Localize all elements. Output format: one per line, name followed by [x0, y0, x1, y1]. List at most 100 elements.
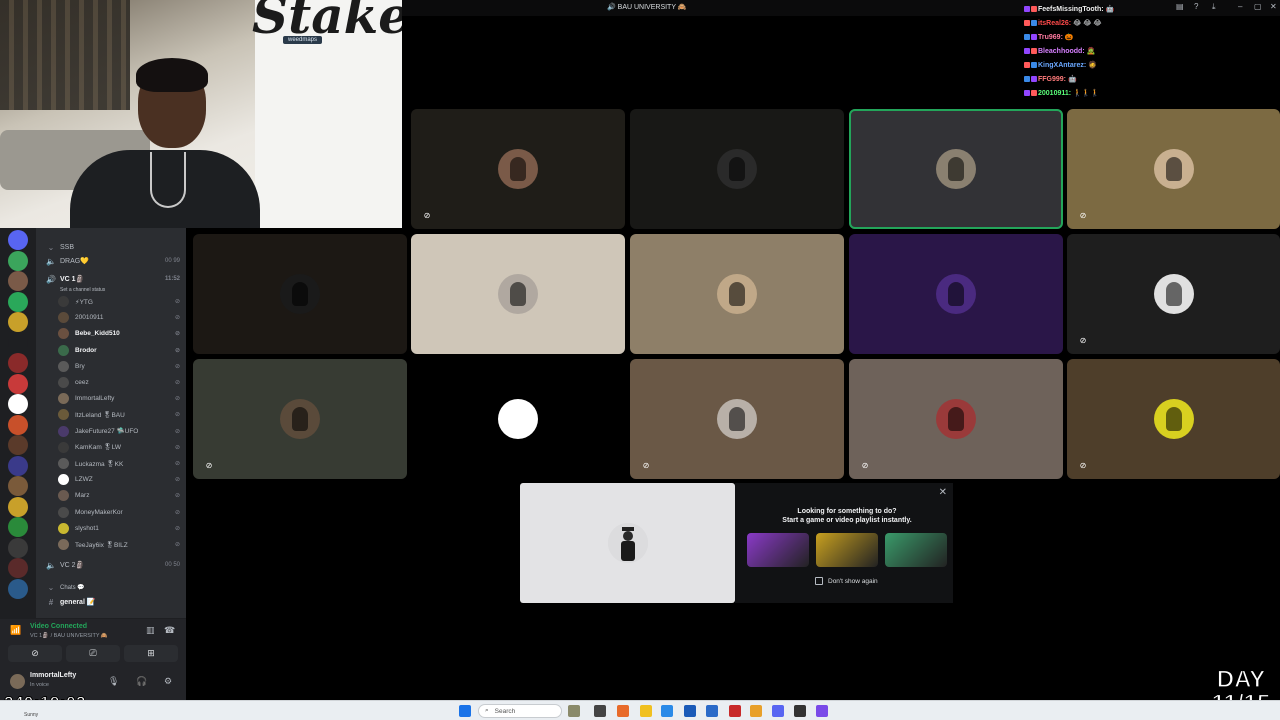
chat-badge-icon	[1024, 76, 1030, 82]
voice-channel-name[interactable]: VC 1🗿 / BAU UNIVERSITY 🙈	[30, 633, 108, 639]
category-chats[interactable]: ⌄ Chats 💬	[36, 580, 186, 594]
server-icon[interactable]	[8, 476, 28, 496]
server-icon[interactable]	[8, 312, 28, 332]
chevron-down-icon: ⌄	[47, 582, 55, 592]
server-icon[interactable]	[8, 373, 28, 394]
member-item[interactable]: JakeFuture27 🛸UFO ⊘	[58, 424, 186, 439]
sponsor-logo: Stake	[252, 0, 402, 45]
member-item[interactable]: ⚡YTG ⊘	[58, 294, 186, 309]
server-icon[interactable]	[8, 230, 28, 250]
member-item[interactable]: LZWZ ⊘	[58, 472, 186, 487]
taskbar-app-icon[interactable]	[568, 705, 580, 717]
participant-video-tile[interactable]	[849, 109, 1063, 229]
server-icon[interactable]	[8, 455, 28, 476]
server-icon[interactable]	[8, 291, 28, 312]
maximize-icon[interactable]: ▢	[1254, 2, 1262, 11]
avatar[interactable]	[10, 674, 25, 689]
member-item[interactable]: Brodor ⊘	[58, 343, 186, 358]
member-name: ImmortalLefty	[75, 395, 115, 403]
category-header[interactable]: ⌄ SSB	[36, 240, 186, 254]
member-item[interactable]: Bebe_Kidd510 ⊘	[58, 326, 186, 341]
close-icon[interactable]: ✕	[939, 487, 947, 498]
task-view-icon[interactable]	[594, 705, 606, 717]
minimize-icon[interactable]: –	[1238, 2, 1242, 11]
chat-username: FFG999:	[1038, 75, 1067, 83]
server-icon[interactable]	[8, 394, 28, 414]
taskbar-app-icon[interactable]	[706, 705, 718, 717]
headphones-icon[interactable]: 🎧	[136, 676, 147, 687]
server-icon[interactable]	[8, 250, 28, 271]
activity-card[interactable]	[885, 533, 947, 567]
member-item[interactable]: MoneyMakerKor ⊘	[58, 505, 186, 520]
screen-share-button[interactable]: ⎚	[66, 645, 120, 662]
avatar	[936, 274, 976, 314]
server-icon[interactable]	[8, 537, 28, 558]
voice-channel-drag[interactable]: 🔈 DRAG💛 00 99	[36, 254, 186, 268]
member-item[interactable]: KamKam 🎖LW ⊘	[58, 440, 186, 455]
avatar-figure	[292, 282, 308, 306]
muted-icon: ⊘	[174, 542, 180, 548]
camera-toggle-button[interactable]: ⊘	[8, 645, 62, 662]
disconnect-icon[interactable]: ☎	[164, 625, 175, 636]
activity-card[interactable]	[747, 533, 809, 567]
dont-show-again-checkbox[interactable]: Don't show again	[815, 577, 878, 585]
participant-video-tile[interactable]	[630, 234, 844, 354]
server-icon[interactable]	[8, 332, 28, 353]
activity-card[interactable]	[816, 533, 878, 567]
member-item[interactable]: ItzLeland 🎖BAU ⊘	[58, 407, 186, 422]
noise-suppression-icon[interactable]: ▥	[146, 625, 155, 636]
gear-icon[interactable]: ⚙	[164, 676, 172, 687]
close-icon[interactable]: ✕	[1270, 2, 1277, 11]
self-video-tile[interactable]	[520, 483, 735, 603]
member-name: MoneyMakerKor	[75, 508, 123, 516]
server-icon[interactable]	[8, 414, 28, 435]
participant-video-tile[interactable]: ⊘	[411, 109, 625, 229]
activities-button[interactable]: ⊞	[124, 645, 178, 662]
participant-video-tile[interactable]	[411, 359, 625, 479]
participant-video-tile[interactable]: ⊘	[849, 359, 1063, 479]
participant-video-tile[interactable]	[849, 234, 1063, 354]
member-item[interactable]: ceez ⊘	[58, 375, 186, 390]
participant-video-tile[interactable]: ⊘	[1067, 359, 1280, 479]
microphone-icon[interactable]: 🎙	[108, 676, 119, 687]
server-icon[interactable]	[8, 435, 28, 455]
folder-icon[interactable]	[640, 705, 652, 717]
server-icon[interactable]	[8, 271, 28, 291]
avatar	[58, 377, 69, 388]
member-item[interactable]: 20010911 ⊘	[58, 310, 186, 325]
discord-icon[interactable]	[772, 705, 784, 717]
participant-video-tile[interactable]: ⊘	[630, 359, 844, 479]
server-icon[interactable]	[8, 517, 28, 537]
server-icon[interactable]	[8, 578, 28, 599]
taskbar-app-icon[interactable]	[684, 705, 696, 717]
taskbar-app-icon[interactable]	[816, 705, 828, 717]
participant-video-tile[interactable]	[411, 234, 625, 354]
member-item[interactable]: TeeJay6ix 🎖BILZ ⊘	[58, 537, 186, 552]
participant-video-tile[interactable]	[193, 234, 407, 354]
server-icon[interactable]	[8, 496, 28, 517]
participant-video-tile[interactable]: ⊘	[1067, 109, 1280, 229]
voice-channel-vc2[interactable]: 🔈 VC 2🗿 00 50	[36, 558, 186, 572]
edge-icon[interactable]	[661, 705, 673, 717]
server-icon[interactable]	[8, 353, 28, 373]
participant-video-tile[interactable]: ⊘	[1067, 234, 1280, 354]
avatar	[58, 409, 69, 421]
checkbox-box	[815, 577, 823, 585]
taskbar-app-icon[interactable]	[729, 705, 741, 717]
server-icon[interactable]	[8, 558, 28, 578]
member-item[interactable]: slyshot1 ⊘	[58, 521, 186, 536]
start-icon[interactable]	[459, 705, 471, 717]
avatar-figure	[510, 157, 526, 181]
member-item[interactable]: Luckazma 🎖KK ⊘	[58, 456, 186, 471]
member-item[interactable]: Marz ⊘	[58, 488, 186, 503]
text-channel-general[interactable]: # general 📝	[36, 595, 186, 609]
taskbar-app-icon[interactable]	[617, 705, 629, 717]
member-item[interactable]: Bry ⊘	[58, 359, 186, 374]
search-input[interactable]: ⌕ Search	[478, 704, 562, 718]
screen-share-icon: ⎚	[89, 648, 97, 658]
participant-video-tile[interactable]	[630, 109, 844, 229]
chrome-icon[interactable]	[750, 705, 762, 717]
taskbar-app-icon[interactable]	[794, 705, 806, 717]
member-item[interactable]: ImmortalLefty ⊘	[58, 391, 186, 406]
participant-video-tile[interactable]: ⊘	[193, 359, 407, 479]
